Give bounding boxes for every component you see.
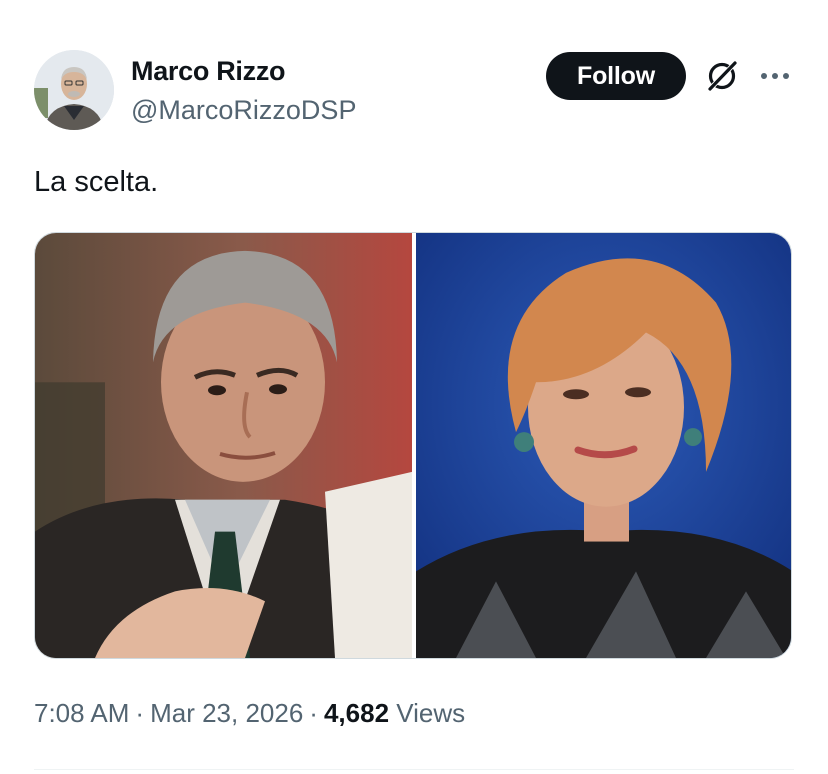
photo-older-man-icon: [35, 233, 412, 658]
tweet-meta: 7:08 AM · Mar 23, 2026 · 4,682 Views: [34, 698, 465, 729]
author-handle[interactable]: @MarcoRizzoDSP: [131, 95, 356, 126]
tweet-text: La scelta.: [34, 166, 159, 198]
meta-separator: ·: [135, 698, 145, 728]
photo-woman-icon: [416, 233, 791, 658]
author-name[interactable]: Marco Rizzo: [131, 56, 286, 87]
tweet-time[interactable]: 7:08 AM: [34, 698, 129, 728]
follow-button[interactable]: Follow: [546, 52, 686, 100]
media-photo-1[interactable]: [35, 233, 412, 658]
more-options-icon[interactable]: [758, 62, 792, 90]
meta-separator: ·: [309, 698, 318, 728]
divider: [34, 769, 794, 770]
avatar-image: [34, 50, 114, 130]
media-grid: [34, 232, 792, 659]
media-photo-2[interactable]: [416, 233, 791, 658]
views-count: 4,682: [323, 698, 390, 728]
avatar[interactable]: [34, 50, 114, 130]
tweet-date[interactable]: Mar 23, 2026: [150, 698, 303, 728]
grok-icon[interactable]: [703, 57, 741, 95]
views-label: Views: [396, 698, 466, 728]
